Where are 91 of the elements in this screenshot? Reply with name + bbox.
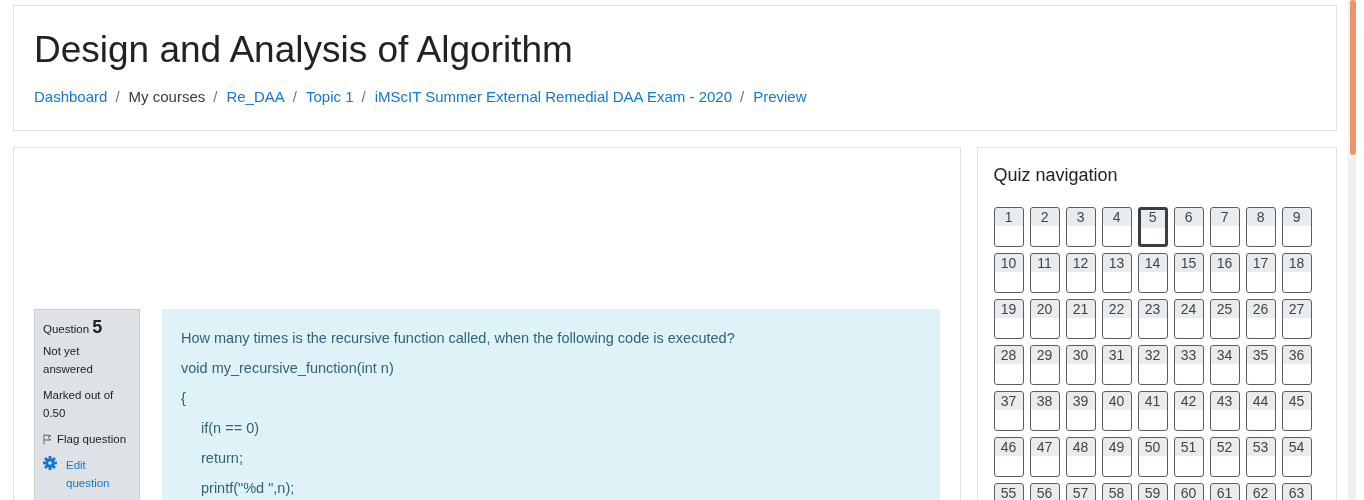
question-nav-button[interactable]: 61: [1209, 483, 1240, 500]
code-line: if(n == 0): [200, 419, 261, 438]
question-nav-button[interactable]: 38: [1029, 391, 1060, 431]
breadcrumb-link[interactable]: Topic 1: [305, 86, 354, 109]
question-nav-button[interactable]: 13: [1101, 253, 1132, 293]
question-nav-button[interactable]: 8: [1245, 207, 1276, 247]
question-nav-button[interactable]: 12: [1065, 253, 1096, 293]
breadcrumb-link[interactable]: Preview: [753, 86, 807, 109]
question-nav-button[interactable]: 31: [1101, 345, 1132, 385]
question-nav-button[interactable]: 51: [1173, 437, 1204, 477]
question-nav-button[interactable]: 16: [1209, 253, 1240, 293]
question-nav-button[interactable]: 45: [1281, 391, 1312, 431]
page-title: Design and Analysis of Algorithm: [34, 28, 574, 72]
question-nav-button[interactable]: 25: [1209, 299, 1240, 339]
question-nav-button[interactable]: 50: [1137, 437, 1168, 477]
question-nav-button[interactable]: 21: [1065, 299, 1096, 339]
breadcrumb-separator: /: [739, 87, 746, 108]
question-nav-button[interactable]: 2: [1029, 207, 1060, 247]
question-nav-button[interactable]: 47: [1029, 437, 1060, 477]
question-nav-button[interactable]: 6: [1173, 207, 1204, 247]
question-nav-button[interactable]: 56: [1029, 483, 1060, 500]
question-nav-button[interactable]: 46: [993, 437, 1024, 477]
question-nav-button[interactable]: 41: [1137, 391, 1168, 431]
breadcrumb-link[interactable]: Dashboard: [34, 86, 108, 109]
question-nav-button[interactable]: 29: [1029, 345, 1060, 385]
question-nav-button[interactable]: 49: [1101, 437, 1132, 477]
question-nav-button[interactable]: 9: [1281, 207, 1312, 247]
question-nav-button[interactable]: 34: [1209, 345, 1240, 385]
question-nav-button[interactable]: 10: [993, 253, 1024, 293]
code-line: printf("%d ",n);: [200, 479, 296, 498]
question-nav-button[interactable]: 60: [1173, 483, 1204, 500]
code-line: return;: [200, 449, 244, 468]
breadcrumb-link[interactable]: Re_DAA: [226, 86, 285, 109]
question-nav-button[interactable]: 5: [1137, 207, 1168, 247]
question-nav-button[interactable]: 27: [1281, 299, 1312, 339]
question-nav-button[interactable]: 23: [1137, 299, 1168, 339]
question-nav-button[interactable]: 35: [1245, 345, 1276, 385]
breadcrumb-separator: /: [114, 87, 121, 108]
question-nav-button[interactable]: 54: [1281, 437, 1312, 477]
question-nav-button[interactable]: 42: [1173, 391, 1204, 431]
breadcrumb-link[interactable]: iMScIT Summer External Remedial DAA Exam - 2020: [374, 86, 732, 109]
question-nav-button[interactable]: 20: [1029, 299, 1060, 339]
code-line: void my_recursive_function(int n): [181, 359, 395, 378]
question-nav-button[interactable]: 48: [1065, 437, 1096, 477]
scrollbar[interactable]: [1348, 0, 1356, 500]
question-nav-button[interactable]: 39: [1065, 391, 1096, 431]
code-line: {: [181, 389, 187, 408]
question-nav-button[interactable]: 30: [1065, 345, 1096, 385]
question-nav-button[interactable]: 4: [1101, 207, 1132, 247]
question-nav-button[interactable]: 37: [993, 391, 1024, 431]
question-nav-button[interactable]: 58: [1101, 483, 1132, 500]
question-nav-button[interactable]: 18: [1281, 253, 1312, 293]
breadcrumb-separator: /: [291, 87, 298, 108]
question-nav-button[interactable]: 1: [993, 207, 1024, 247]
flag-question-link[interactable]: Flag question: [57, 430, 127, 448]
question-nav-button[interactable]: 11: [1029, 253, 1060, 293]
question-nav-button[interactable]: 36: [1281, 345, 1312, 385]
breadcrumb-text: My courses: [128, 87, 206, 108]
quiz-navigation-title: Quiz navigation: [993, 164, 1119, 187]
question-number: Question 5: [43, 318, 104, 338]
question-nav-button[interactable]: 15: [1173, 253, 1204, 293]
question-nav-button[interactable]: 33: [1173, 345, 1204, 385]
question-status: Not yet answered: [43, 344, 94, 377]
question-nav-button[interactable]: 44: [1245, 391, 1276, 431]
question-nav-button[interactable]: 63: [1281, 483, 1312, 500]
scrollbar-thumb[interactable]: [1350, 0, 1356, 155]
question-nav-button[interactable]: 14: [1137, 253, 1168, 293]
question-nav-button[interactable]: 7: [1209, 207, 1240, 247]
edit-question-link[interactable]: Edit question: [66, 456, 116, 492]
question-nav-button[interactable]: 3: [1065, 207, 1096, 247]
flag-icon: [43, 433, 52, 445]
question-nav-button[interactable]: 24: [1173, 299, 1204, 339]
gear-icon: [43, 456, 57, 470]
question-nav-button[interactable]: 28: [993, 345, 1024, 385]
question-nav-button[interactable]: 62: [1245, 483, 1276, 500]
question-marks: Marked out of 0.50: [43, 388, 115, 421]
question-nav-button[interactable]: 53: [1245, 437, 1276, 477]
question-nav-button[interactable]: 59: [1137, 483, 1168, 500]
question-nav-button[interactable]: 40: [1101, 391, 1132, 431]
question-nav-button[interactable]: 57: [1065, 483, 1096, 500]
question-nav-button[interactable]: 26: [1245, 299, 1276, 339]
question-nav-button[interactable]: 17: [1245, 253, 1276, 293]
breadcrumb-separator: /: [212, 87, 219, 108]
question-nav-button[interactable]: 32: [1137, 345, 1168, 385]
question-nav-button[interactable]: 19: [993, 299, 1024, 339]
question-nav-button[interactable]: 22: [1101, 299, 1132, 339]
question-nav-button[interactable]: 52: [1209, 437, 1240, 477]
question-nav-button[interactable]: 55: [993, 483, 1024, 500]
question-prompt: How many times is the recursive function called, when the following code is executed?: [181, 329, 736, 348]
question-nav-button[interactable]: 43: [1209, 391, 1240, 431]
breadcrumb-separator: /: [360, 87, 367, 108]
